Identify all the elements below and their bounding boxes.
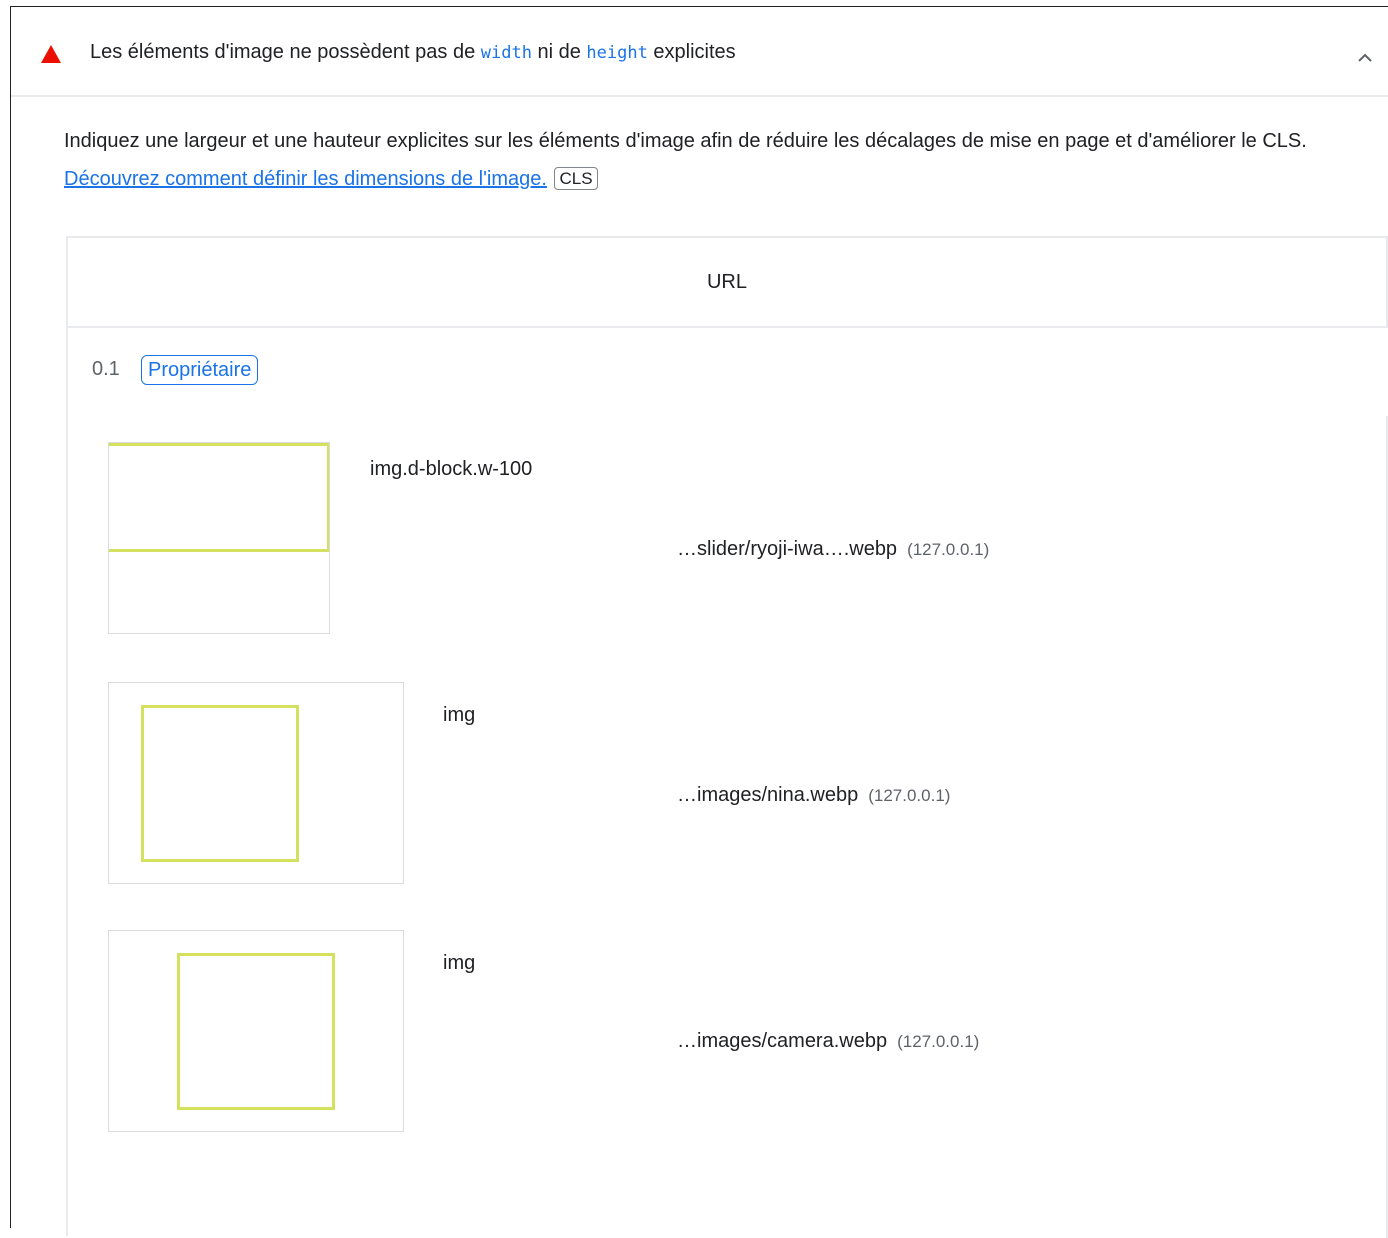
audit-description: Indiquez une largeur et une hauteur expl… [64, 122, 1364, 198]
table-group-row: 0.1 Propriétaire [68, 328, 1388, 416]
audit-title-middle: ni de [531, 41, 587, 63]
url-text: …images/nina.webp [677, 784, 859, 806]
audit-title-start: Les éléments d'image ne possèdent pas de [90, 41, 481, 63]
highlight-bottom-edge [109, 549, 329, 552]
url-text: …images/camera.webp [677, 1030, 888, 1052]
column-header-url: URL [706, 271, 747, 293]
url-text: …slider/ryoji-iwa….webp [677, 538, 898, 560]
learn-more-link[interactable]: Découvrez comment définir les dimensions… [64, 168, 547, 190]
url-host: (127.0.0.1) [907, 540, 990, 559]
fail-triangle-icon [41, 45, 61, 63]
element-highlight [177, 953, 335, 1110]
node-label[interactable]: img [443, 704, 475, 727]
audit-header[interactable]: Les éléments d'image ne possèdent pas de… [11, 7, 1388, 97]
element-screenshot [108, 442, 330, 634]
url-host: (127.0.0.1) [868, 786, 951, 805]
description-text: Indiquez une largeur et une hauteur expl… [64, 130, 1307, 152]
table-subitems: img.d-block.w-100 …slider/ryoji-iwa….web… [68, 416, 1388, 1238]
entity-badge[interactable]: Propriétaire [141, 355, 259, 385]
url-cell[interactable]: …slider/ryoji-iwa….webp (127.0.0.1) [677, 538, 989, 561]
node-label[interactable]: img.d-block.w-100 [370, 458, 532, 481]
metric-tag-cls: CLS [554, 167, 598, 190]
audit-panel: Les éléments d'image ne possèdent pas de… [10, 6, 1388, 1238]
group-value: 0.1 [92, 358, 120, 380]
highlight-top-edge [109, 443, 329, 446]
audit-title-end: explicites [647, 41, 736, 63]
details-table: URL 0.1 Propriétaire img.d-block.w-100 …… [66, 236, 1388, 1238]
url-cell[interactable]: …images/camera.webp (127.0.0.1) [677, 1030, 979, 1053]
element-screenshot [108, 930, 404, 1132]
element-screenshot [108, 682, 404, 884]
element-highlight [141, 705, 299, 862]
node-label[interactable]: img [443, 952, 475, 975]
code-width: width [480, 43, 532, 63]
chevron-up-icon[interactable] [1354, 50, 1376, 66]
highlight-right-edge [327, 443, 329, 552]
url-host: (127.0.0.1) [897, 1032, 980, 1051]
code-height: height [586, 43, 648, 63]
url-cell[interactable]: …images/nina.webp (127.0.0.1) [677, 784, 950, 807]
table-header: URL [68, 238, 1388, 328]
audit-title[interactable]: Les éléments d'image ne possèdent pas de… [90, 39, 736, 66]
